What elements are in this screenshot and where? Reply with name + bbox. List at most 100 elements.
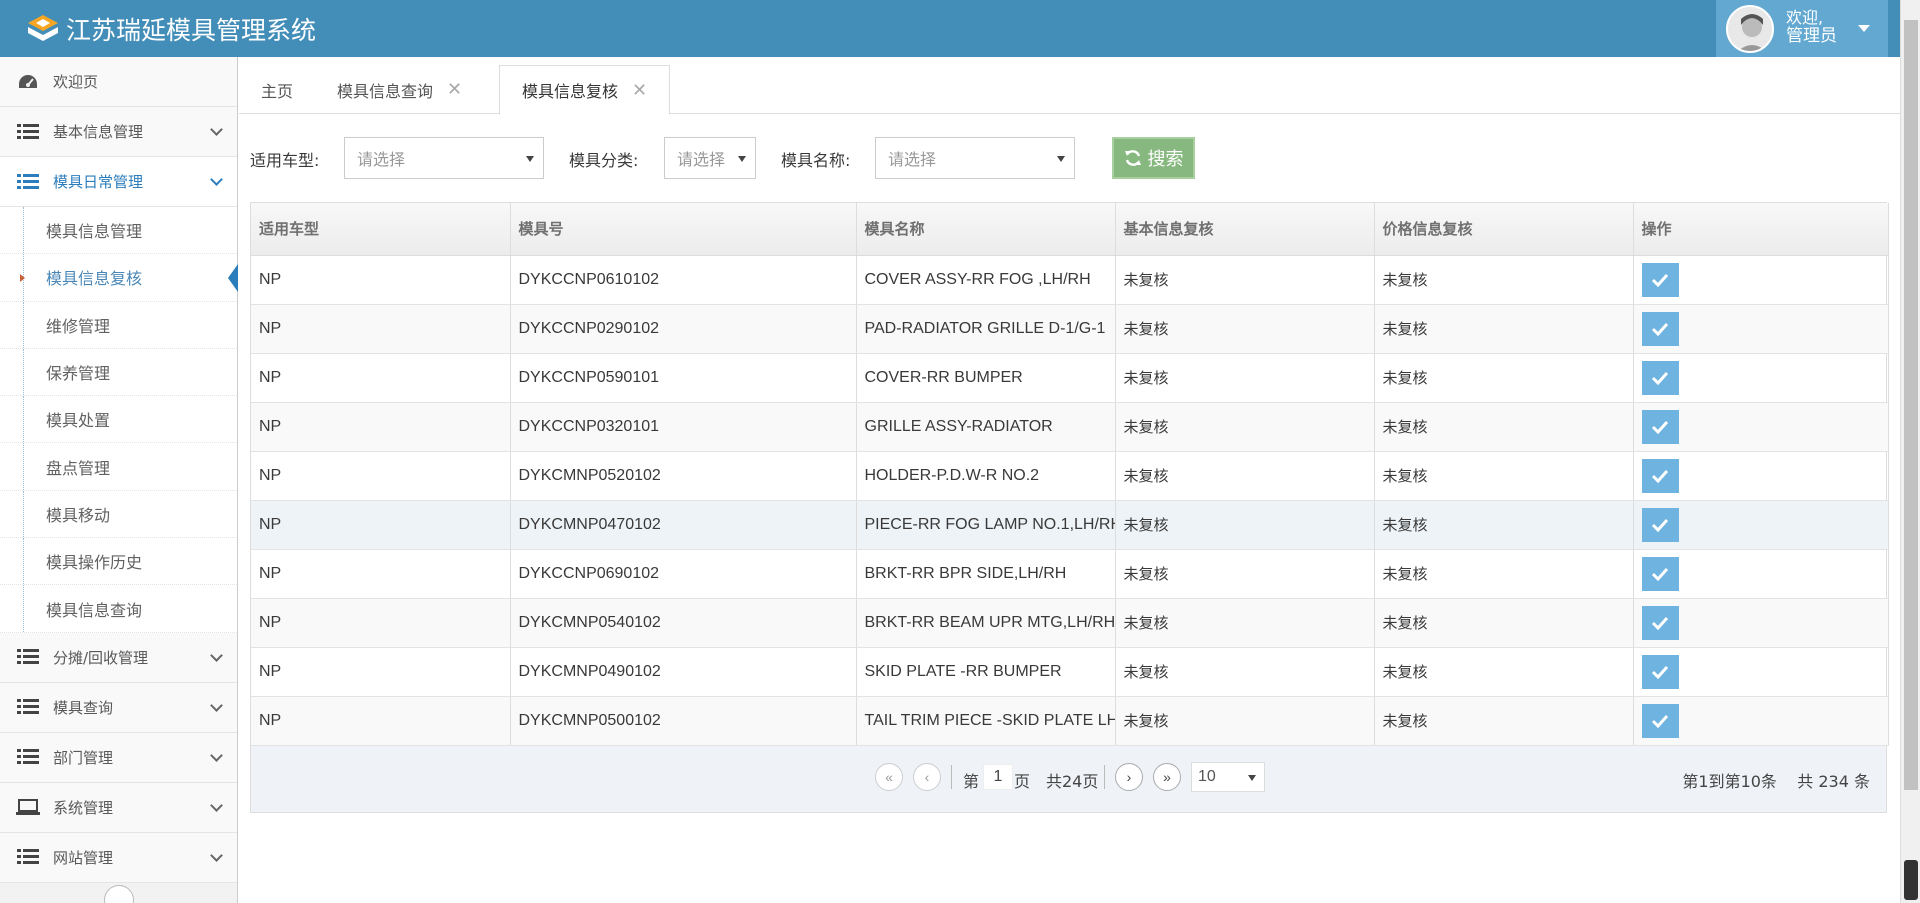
cell-price-review: 未复核 — [1374, 696, 1634, 746]
caret-down-icon — [1248, 775, 1256, 781]
cell-mold-name: BRKT-RR BPR SIDE,LH/RH — [856, 549, 1116, 599]
column-header[interactable]: 价格信息复核 — [1374, 203, 1634, 256]
cell-basic-review: 未复核 — [1115, 696, 1375, 746]
cell-basic-review: 未复核 — [1115, 353, 1375, 403]
check-icon — [1651, 665, 1669, 679]
check-icon — [1651, 518, 1669, 532]
table-row[interactable]: NP DYKCMNP0500102 TAIL TRIM PIECE -SKID … — [251, 696, 1889, 746]
table-row[interactable]: NP DYKCMNP0490102 SKID PLATE -RR BUMPER … — [251, 647, 1889, 697]
cell-car-type: NP — [251, 598, 511, 648]
sidebar-item-website[interactable]: 网站管理 — [0, 832, 237, 883]
review-button[interactable] — [1641, 507, 1679, 542]
caret-down-icon — [526, 156, 534, 162]
sidebar-subitem-label: 模具信息复核 — [46, 269, 143, 289]
cell-mold-no: DYKCMNP0500102 — [510, 696, 857, 746]
cell-car-type: NP — [251, 696, 511, 746]
table-row[interactable]: NP DYKCCNP0320101 GRILLE ASSY-RADIATOR 未… — [251, 402, 1889, 452]
sidebar-subitem[interactable]: 保养管理 — [0, 348, 237, 397]
sidebar-subitem[interactable]: 模具移动 — [0, 490, 237, 539]
refresh-icon — [1124, 150, 1141, 166]
cell-price-review: 未复核 — [1374, 500, 1634, 550]
column-header[interactable]: 适用车型 — [251, 203, 511, 256]
cell-price-review: 未复核 — [1374, 598, 1634, 648]
tab-mold-info-query[interactable]: 模具信息查询 ✕ — [315, 65, 484, 114]
sidebar-collapse-button[interactable] — [104, 885, 134, 903]
table-row[interactable]: NP DYKCCNP0610102 COVER ASSY-RR FOG ,LH/… — [251, 255, 1889, 305]
page-number-input[interactable]: 1 — [983, 764, 1013, 790]
table-row[interactable]: NP DYKCCNP0290102 PAD-RADIATOR GRILLE D-… — [251, 304, 1889, 354]
table-row[interactable]: NP DYKCMNP0520102 HOLDER-P.D.W-R NO.2 未复… — [251, 451, 1889, 501]
cell-price-review: 未复核 — [1374, 549, 1634, 599]
close-icon[interactable]: ✕ — [447, 79, 462, 100]
page-size-select[interactable]: 10 — [1191, 762, 1265, 792]
sidebar-item-label: 分摊/回收管理 — [53, 648, 149, 667]
cell-car-type: NP — [251, 549, 511, 599]
table-header-row: 适用车型 模具号 模具名称 基本信息复核 价格信息复核 操作 — [251, 203, 1889, 256]
user-menu[interactable]: 欢迎, 管理员 — [1716, 0, 1888, 57]
list-icon — [15, 123, 41, 140]
category-select[interactable]: 请选择 — [664, 137, 756, 179]
column-header[interactable]: 基本信息复核 — [1115, 203, 1375, 256]
review-button[interactable] — [1641, 262, 1679, 297]
table-row[interactable]: NP DYKCCNP0690102 BRKT-RR BPR SIDE,LH/RH… — [251, 549, 1889, 599]
cell-car-type: NP — [251, 255, 511, 305]
cell-mold-no: DYKCCNP0690102 — [510, 549, 857, 599]
prev-page-icon[interactable]: ‹ — [913, 763, 941, 791]
last-page-icon[interactable]: » — [1153, 763, 1181, 791]
cell-basic-review: 未复核 — [1115, 549, 1375, 599]
review-button[interactable] — [1641, 311, 1679, 346]
tab-mold-info-review[interactable]: 模具信息复核 ✕ — [499, 65, 671, 115]
review-button[interactable] — [1641, 654, 1679, 689]
table-row-hovered[interactable]: NP DYKCMNP0470102 PIECE-RR FOG LAMP NO.1… — [251, 500, 1889, 550]
review-button[interactable] — [1641, 409, 1679, 444]
sidebar-subitem[interactable]: 盘点管理 — [0, 443, 237, 491]
active-indicator — [228, 264, 238, 293]
review-button[interactable] — [1641, 556, 1679, 591]
chevron-down-icon — [210, 123, 223, 136]
list-icon — [15, 699, 41, 715]
sidebar-item-welcome[interactable]: 欢迎页 — [0, 57, 237, 107]
table-row[interactable]: NP DYKCMNP0540102 BRKT-RR BEAM UPR MTG,L… — [251, 598, 1889, 648]
chevron-down-icon — [210, 798, 223, 812]
app-title: 江苏瑞延模具管理系统 — [66, 16, 317, 45]
scrollbar-thumb[interactable] — [1904, 20, 1918, 790]
next-page-icon[interactable]: › — [1115, 763, 1143, 791]
cell-car-type: NP — [251, 304, 511, 354]
review-button[interactable] — [1641, 605, 1679, 640]
mold-name-select[interactable]: 请选择 — [875, 137, 1075, 179]
review-button[interactable] — [1641, 458, 1679, 493]
sidebar-item-department[interactable]: 部门管理 — [0, 732, 237, 783]
first-page-icon[interactable]: « — [875, 763, 903, 791]
search-button[interactable]: 搜索 — [1112, 137, 1195, 179]
review-button[interactable] — [1641, 360, 1679, 395]
sidebar-item-label: 部门管理 — [53, 748, 114, 767]
car-type-select[interactable]: 请选择 — [344, 137, 544, 179]
review-button[interactable] — [1641, 703, 1679, 738]
caret-down-icon[interactable] — [1858, 25, 1870, 32]
sidebar-subitem[interactable]: 模具操作历史 — [0, 538, 237, 586]
sidebar-item-daily-management[interactable]: 模具日常管理 — [0, 157, 237, 207]
sidebar-subitem[interactable]: 维修管理 — [0, 301, 237, 349]
sidebar-subitem[interactable]: 模具信息管理 — [0, 207, 237, 255]
table-row[interactable]: NP DYKCCNP0590101 COVER-RR BUMPER 未复核 未复… — [251, 353, 1889, 403]
sidebar-item-allocation[interactable]: 分摊/回收管理 — [0, 632, 237, 683]
dashboard-icon — [15, 73, 41, 91]
tab-home[interactable]: 主页 — [239, 65, 315, 114]
sidebar-item-mold-query[interactable]: 模具查询 — [0, 682, 237, 733]
page-scrollbar[interactable] — [1900, 0, 1920, 903]
tab-label: 主页 — [261, 81, 294, 101]
cell-mold-no: DYKCMNP0490102 — [510, 647, 857, 697]
column-header[interactable]: 模具名称 — [856, 203, 1116, 256]
cell-mold-no: DYKCMNP0520102 — [510, 451, 857, 501]
sidebar-item-basic-info[interactable]: 基本信息管理 — [0, 107, 237, 157]
sidebar-subitem-active[interactable]: 模具信息复核 — [0, 254, 238, 302]
sidebar-subitem[interactable]: 模具信息查询 — [0, 585, 237, 633]
close-icon[interactable]: ✕ — [632, 80, 647, 101]
cell-mold-no: DYKCMNP0540102 — [510, 598, 857, 648]
cell-price-review: 未复核 — [1374, 402, 1634, 452]
cell-mold-no: DYKCCNP0320101 — [510, 402, 857, 452]
search-button-label: 搜索 — [1147, 149, 1184, 170]
column-header[interactable]: 模具号 — [510, 203, 857, 256]
sidebar-item-system[interactable]: 系统管理 — [0, 782, 237, 833]
sidebar-subitem[interactable]: 模具处置 — [0, 396, 237, 444]
